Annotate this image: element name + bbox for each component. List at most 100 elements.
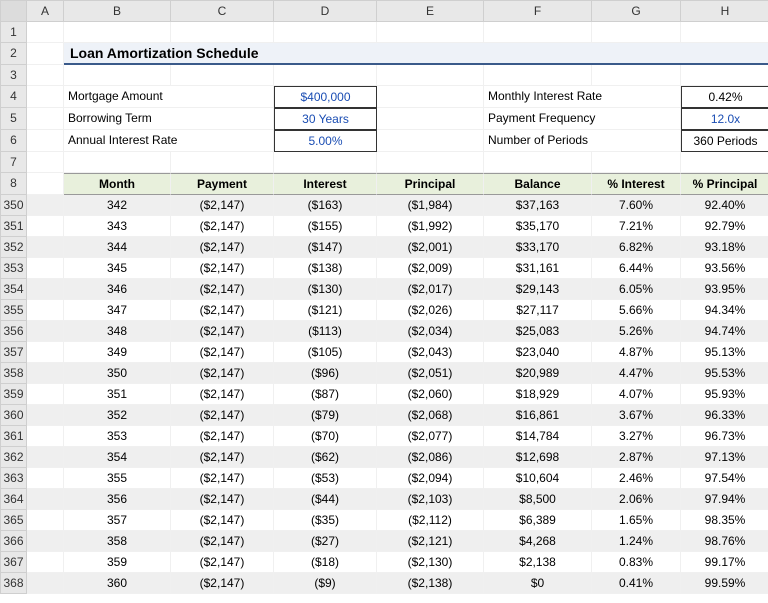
table-cell[interactable]: 94.34% xyxy=(681,300,768,321)
row-header[interactable]: 365 xyxy=(0,510,27,531)
table-cell[interactable]: ($2,147) xyxy=(171,342,274,363)
table-cell[interactable]: 344 xyxy=(64,237,171,258)
table-cell[interactable]: $23,040 xyxy=(484,342,592,363)
cell[interactable] xyxy=(484,65,592,86)
row-header[interactable]: 364 xyxy=(0,489,27,510)
cell[interactable] xyxy=(27,384,64,405)
table-cell[interactable]: 2.46% xyxy=(592,468,681,489)
column-header[interactable]: B xyxy=(64,0,171,22)
table-cell[interactable]: ($79) xyxy=(274,405,377,426)
cell[interactable] xyxy=(27,43,64,65)
table-cell[interactable]: $35,170 xyxy=(484,216,592,237)
table-cell[interactable]: ($105) xyxy=(274,342,377,363)
row-header[interactable]: 350 xyxy=(0,195,27,216)
row-header[interactable]: 3 xyxy=(0,65,27,86)
table-cell[interactable]: ($2,147) xyxy=(171,552,274,573)
table-cell[interactable]: ($18) xyxy=(274,552,377,573)
table-cell[interactable]: 2.06% xyxy=(592,489,681,510)
cell[interactable] xyxy=(27,552,64,573)
table-cell[interactable]: ($2,026) xyxy=(377,300,484,321)
cell[interactable] xyxy=(377,152,484,173)
table-cell[interactable]: 353 xyxy=(64,426,171,447)
cell[interactable] xyxy=(64,152,171,173)
table-cell[interactable]: 96.33% xyxy=(681,405,768,426)
cell[interactable] xyxy=(64,65,171,86)
table-cell[interactable]: 6.05% xyxy=(592,279,681,300)
cell[interactable] xyxy=(681,152,768,173)
table-cell[interactable]: $6,389 xyxy=(484,510,592,531)
table-cell[interactable]: ($2,043) xyxy=(377,342,484,363)
table-cell[interactable]: 92.79% xyxy=(681,216,768,237)
cell[interactable] xyxy=(377,86,484,108)
table-cell[interactable]: ($2,147) xyxy=(171,300,274,321)
table-cell[interactable]: ($2,147) xyxy=(171,279,274,300)
row-header[interactable]: 354 xyxy=(0,279,27,300)
table-cell[interactable]: 93.18% xyxy=(681,237,768,258)
row-header[interactable]: 5 xyxy=(0,108,27,130)
table-cell[interactable]: 354 xyxy=(64,447,171,468)
pay-freq-value[interactable]: 12.0x xyxy=(681,108,768,130)
table-cell[interactable]: 97.94% xyxy=(681,489,768,510)
cell[interactable] xyxy=(27,22,64,43)
table-cell[interactable]: ($2,147) xyxy=(171,531,274,552)
table-cell[interactable]: ($2,147) xyxy=(171,237,274,258)
cell[interactable] xyxy=(274,22,377,43)
table-cell[interactable]: ($2,103) xyxy=(377,489,484,510)
table-cell[interactable]: ($53) xyxy=(274,468,377,489)
table-cell[interactable]: ($62) xyxy=(274,447,377,468)
cell[interactable] xyxy=(27,152,64,173)
row-header[interactable]: 6 xyxy=(0,130,27,152)
table-cell[interactable]: ($87) xyxy=(274,384,377,405)
periods-value[interactable]: 360 Periods xyxy=(681,130,768,152)
cell[interactable] xyxy=(592,152,681,173)
table-cell[interactable]: ($130) xyxy=(274,279,377,300)
table-cell[interactable]: ($2,094) xyxy=(377,468,484,489)
table-cell[interactable]: $25,083 xyxy=(484,321,592,342)
cell[interactable] xyxy=(27,510,64,531)
table-cell[interactable]: 352 xyxy=(64,405,171,426)
table-cell[interactable]: $20,989 xyxy=(484,363,592,384)
table-cell[interactable]: ($27) xyxy=(274,531,377,552)
table-cell[interactable]: ($2,068) xyxy=(377,405,484,426)
table-cell[interactable]: 358 xyxy=(64,531,171,552)
table-cell[interactable]: ($2,147) xyxy=(171,510,274,531)
spreadsheet-grid[interactable]: ABCDEFGH12Loan Amortization Schedule34Mo… xyxy=(0,0,768,594)
cell[interactable] xyxy=(681,22,768,43)
table-cell[interactable]: 95.13% xyxy=(681,342,768,363)
table-cell[interactable]: 1.24% xyxy=(592,531,681,552)
cell[interactable] xyxy=(592,22,681,43)
table-cell[interactable]: 4.47% xyxy=(592,363,681,384)
table-cell[interactable]: $0 xyxy=(484,573,592,594)
row-header[interactable]: 352 xyxy=(0,237,27,258)
table-cell[interactable]: 1.65% xyxy=(592,510,681,531)
cell[interactable] xyxy=(377,22,484,43)
cell[interactable] xyxy=(484,152,592,173)
row-header[interactable]: 360 xyxy=(0,405,27,426)
table-cell[interactable]: $2,138 xyxy=(484,552,592,573)
table-cell[interactable]: 0.41% xyxy=(592,573,681,594)
cell[interactable] xyxy=(171,22,274,43)
table-cell[interactable]: ($2,001) xyxy=(377,237,484,258)
row-header[interactable]: 368 xyxy=(0,573,27,594)
cell[interactable] xyxy=(64,22,171,43)
table-cell[interactable]: ($35) xyxy=(274,510,377,531)
table-cell[interactable]: 97.13% xyxy=(681,447,768,468)
cell[interactable] xyxy=(27,300,64,321)
table-cell[interactable]: 98.76% xyxy=(681,531,768,552)
table-cell[interactable]: 97.54% xyxy=(681,468,768,489)
table-cell[interactable]: ($2,017) xyxy=(377,279,484,300)
table-cell[interactable]: 343 xyxy=(64,216,171,237)
row-header[interactable]: 1 xyxy=(0,22,27,43)
cell[interactable] xyxy=(377,108,484,130)
table-cell[interactable]: ($70) xyxy=(274,426,377,447)
row-header[interactable]: 362 xyxy=(0,447,27,468)
table-cell[interactable]: $29,143 xyxy=(484,279,592,300)
table-cell[interactable]: ($163) xyxy=(274,195,377,216)
cell[interactable] xyxy=(27,279,64,300)
row-header[interactable]: 366 xyxy=(0,531,27,552)
table-cell[interactable]: $14,784 xyxy=(484,426,592,447)
table-cell[interactable]: $16,861 xyxy=(484,405,592,426)
cell[interactable] xyxy=(27,468,64,489)
table-cell[interactable]: ($2,147) xyxy=(171,258,274,279)
table-cell[interactable]: 348 xyxy=(64,321,171,342)
